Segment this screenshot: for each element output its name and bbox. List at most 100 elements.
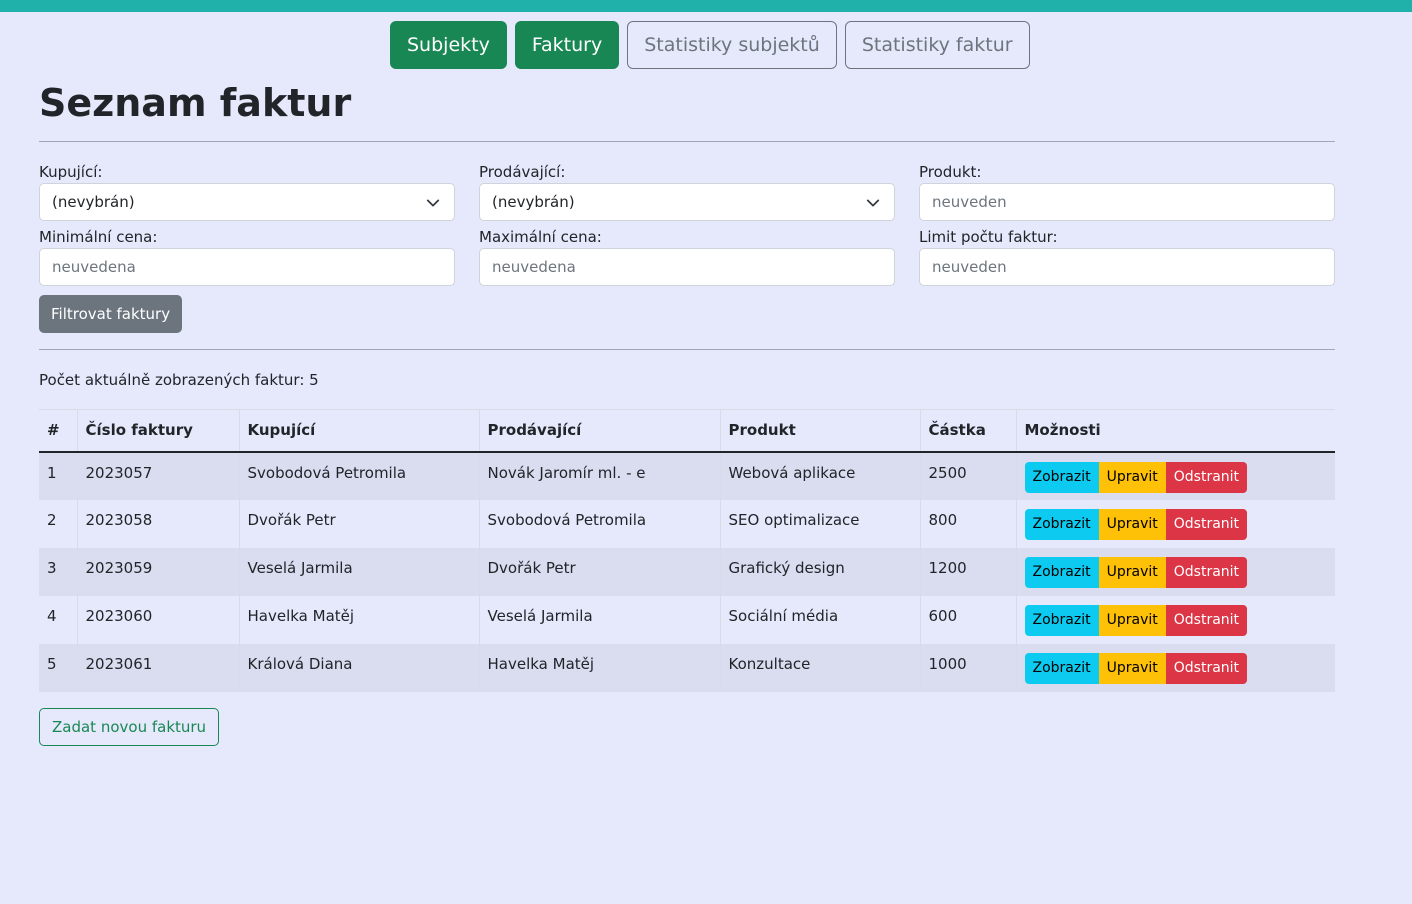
- invoice-table: # Číslo faktury Kupující Prodávající Pro…: [39, 409, 1335, 692]
- invoice-count-text: Počet aktuálně zobrazených faktur: 5: [39, 371, 319, 389]
- cell-product: Grafický design: [720, 547, 921, 596]
- cell-product: Webová aplikace: [720, 451, 921, 500]
- cell-invoice-number: 2023061: [77, 643, 240, 692]
- row-action-group: Zobrazit Upravit Odstranit: [1024, 604, 1248, 636]
- nav-faktury-button[interactable]: Faktury: [514, 21, 620, 69]
- cell-seller: Havelka Matěj: [479, 643, 721, 692]
- table-row: 3 2023059 Veselá Jarmila Dvořák Petr Gra…: [39, 547, 1335, 596]
- column-header: Kupující: [239, 409, 480, 453]
- cell-invoice-number: 2023058: [77, 499, 240, 548]
- edit-button[interactable]: Upravit: [1098, 604, 1166, 636]
- cell-buyer: Svobodová Petromila: [239, 451, 480, 500]
- table-header-row: # Číslo faktury Kupující Prodávající Pro…: [39, 409, 1335, 453]
- table-row: 1 2023057 Svobodová Petromila Novák Jaro…: [39, 451, 1335, 500]
- column-header: Produkt: [720, 409, 921, 453]
- cell-invoice-number: 2023057: [77, 451, 240, 500]
- max-price-label: Maximální cena:: [479, 228, 602, 246]
- cell-actions: Zobrazit Upravit Odstranit: [1016, 644, 1335, 692]
- delete-button[interactable]: Odstranit: [1165, 508, 1248, 540]
- delete-button[interactable]: Odstranit: [1165, 652, 1248, 684]
- table-row: 4 2023060 Havelka Matěj Veselá Jarmila S…: [39, 595, 1335, 644]
- column-header: Prodávající: [479, 409, 721, 453]
- view-button[interactable]: Zobrazit: [1024, 508, 1099, 540]
- delete-button[interactable]: Odstranit: [1165, 556, 1248, 588]
- cell-actions: Zobrazit Upravit Odstranit: [1016, 452, 1335, 500]
- edit-button[interactable]: Upravit: [1098, 508, 1166, 540]
- table-row: 5 2023061 Králová Diana Havelka Matěj Ko…: [39, 643, 1335, 692]
- cell-actions: Zobrazit Upravit Odstranit: [1016, 548, 1335, 596]
- cell-seller: Novák Jaromír ml. - e: [479, 451, 721, 500]
- column-header: Možnosti: [1016, 409, 1335, 453]
- cell-amount: 600: [920, 595, 1017, 644]
- cell-product: SEO optimalizace: [720, 499, 921, 548]
- row-action-group: Zobrazit Upravit Odstranit: [1024, 652, 1248, 684]
- cell-invoice-number: 2023059: [77, 547, 240, 596]
- product-input[interactable]: neuveden: [919, 183, 1335, 221]
- divider: [39, 141, 1335, 142]
- min-price-placeholder: neuvedena: [52, 258, 136, 276]
- chevron-down-icon: [866, 199, 880, 207]
- cell-seller: Veselá Jarmila: [479, 595, 721, 644]
- limit-placeholder: neuveden: [932, 258, 1007, 276]
- page-title: Seznam faktur: [39, 81, 352, 125]
- cell-index: 5: [39, 643, 78, 692]
- nav-subject-stats-button[interactable]: Statistiky subjektů: [627, 21, 837, 69]
- filter-invoices-button[interactable]: Filtrovat faktury: [39, 295, 183, 333]
- buyer-label: Kupující:: [39, 163, 103, 181]
- view-button[interactable]: Zobrazit: [1024, 556, 1099, 588]
- cell-product: Konzultace: [720, 643, 921, 692]
- nav-subjekty-button[interactable]: Subjekty: [390, 21, 507, 69]
- edit-button[interactable]: Upravit: [1098, 461, 1166, 493]
- delete-button[interactable]: Odstranit: [1165, 604, 1248, 636]
- nav-invoice-stats-button[interactable]: Statistiky faktur: [844, 21, 1030, 69]
- main-nav: Subjekty Faktury Statistiky subjektů Sta…: [390, 21, 1030, 69]
- seller-select-value: (nevybrán): [492, 193, 575, 211]
- min-price-label: Minimální cena:: [39, 228, 158, 246]
- cell-buyer: Dvořák Petr: [239, 499, 480, 548]
- limit-input[interactable]: neuveden: [919, 248, 1335, 286]
- edit-button[interactable]: Upravit: [1098, 652, 1166, 684]
- cell-index: 3: [39, 547, 78, 596]
- view-button[interactable]: Zobrazit: [1024, 604, 1099, 636]
- view-button[interactable]: Zobrazit: [1024, 652, 1099, 684]
- cell-amount: 1000: [920, 643, 1017, 692]
- table-row: 2 2023058 Dvořák Petr Svobodová Petromil…: [39, 499, 1335, 548]
- cell-actions: Zobrazit Upravit Odstranit: [1016, 500, 1335, 548]
- column-header: Částka: [920, 409, 1017, 453]
- cell-actions: Zobrazit Upravit Odstranit: [1016, 596, 1335, 644]
- cell-buyer: Havelka Matěj: [239, 595, 480, 644]
- limit-label: Limit počtu faktur:: [919, 228, 1058, 246]
- max-price-input[interactable]: neuvedena: [479, 248, 895, 286]
- buyer-select[interactable]: (nevybrán): [39, 183, 455, 221]
- cell-buyer: Veselá Jarmila: [239, 547, 480, 596]
- filter-form: Kupující: (nevybrán) Prodávající: (nevyb…: [39, 161, 1335, 333]
- product-input-placeholder: neuveden: [932, 193, 1007, 211]
- new-invoice-button[interactable]: Zadat novou fakturu: [39, 707, 220, 746]
- cell-product: Sociální média: [720, 595, 921, 644]
- row-action-group: Zobrazit Upravit Odstranit: [1024, 461, 1248, 493]
- cell-seller: Svobodová Petromila: [479, 499, 721, 548]
- buyer-select-value: (nevybrán): [52, 193, 135, 211]
- divider: [39, 349, 1335, 350]
- cell-index: 4: [39, 595, 78, 644]
- cell-amount: 2500: [920, 451, 1017, 500]
- seller-select[interactable]: (nevybrán): [479, 183, 895, 221]
- min-price-input[interactable]: neuvedena: [39, 248, 455, 286]
- column-header: #: [39, 409, 78, 453]
- cell-seller: Dvořák Petr: [479, 547, 721, 596]
- cell-index: 2: [39, 499, 78, 548]
- cell-buyer: Králová Diana: [239, 643, 480, 692]
- top-accent-bar: [0, 0, 1412, 12]
- main-content: Seznam faktur Kupující: (nevybrán) Prodá…: [39, 76, 1335, 746]
- edit-button[interactable]: Upravit: [1098, 556, 1166, 588]
- view-button[interactable]: Zobrazit: [1024, 461, 1099, 493]
- seller-label: Prodávající:: [479, 163, 566, 181]
- max-price-placeholder: neuvedena: [492, 258, 576, 276]
- cell-invoice-number: 2023060: [77, 595, 240, 644]
- delete-button[interactable]: Odstranit: [1165, 461, 1248, 493]
- row-action-group: Zobrazit Upravit Odstranit: [1024, 508, 1248, 540]
- column-header: Číslo faktury: [77, 409, 240, 453]
- row-action-group: Zobrazit Upravit Odstranit: [1024, 556, 1248, 588]
- chevron-down-icon: [426, 199, 440, 207]
- cell-amount: 1200: [920, 547, 1017, 596]
